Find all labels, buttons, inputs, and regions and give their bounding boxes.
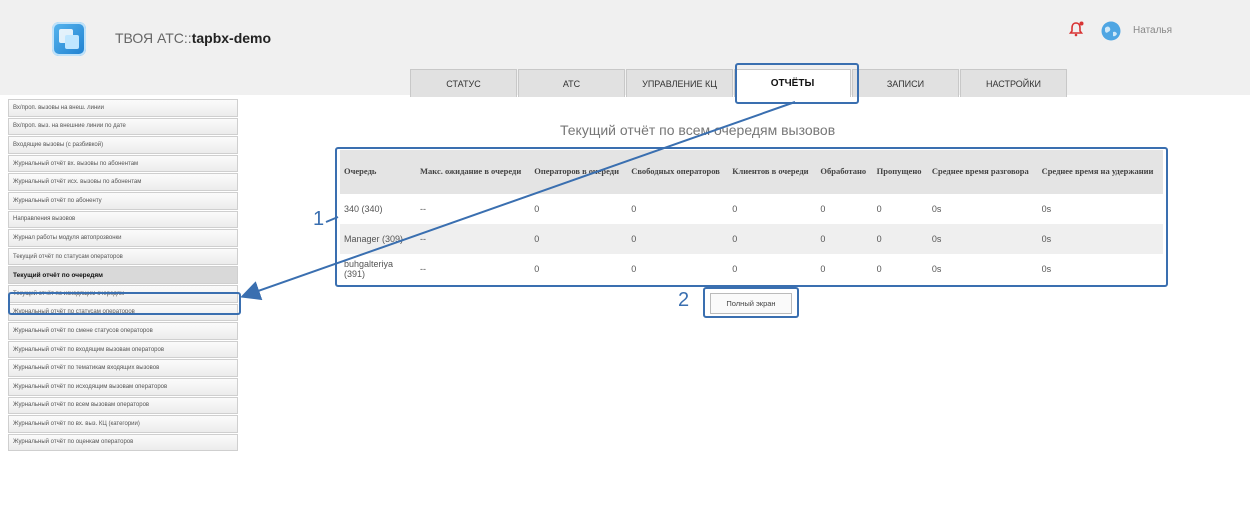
table-cell: 0s [1037, 194, 1163, 224]
sidebar-item-report[interactable]: Текущий отчёт по исходящим очередям [8, 284, 238, 303]
app-title-system: tapbx-demo [191, 30, 272, 46]
table-cell: -- [416, 224, 531, 254]
table-cell: 0 [816, 224, 873, 254]
table-row: 340 (340) -- 0 0 0 0 0 0s 0s [340, 194, 1163, 224]
queues-table-container: Очередь Макс. ожидание в очереди Операто… [340, 150, 1163, 284]
sidebar-item-report[interactable]: Журнальный отчёт по абоненту [8, 191, 238, 210]
sidebar-item-report[interactable]: Направления вызовов [8, 210, 238, 229]
report-title: Текущий отчёт по всем очередям вызовов [560, 122, 836, 138]
column-header[interactable]: Среднее время разговора [927, 150, 1038, 194]
app-logo-icon[interactable] [52, 22, 86, 56]
tab-contact-center[interactable]: УПРАВЛЕНИЕ КЦ [626, 69, 733, 97]
table-cell: 0 [627, 224, 729, 254]
app-title-prefix: ТВОЯ АТС:: [115, 30, 192, 46]
bell-alert-icon[interactable] [1068, 21, 1084, 37]
table-cell: 0 [627, 194, 729, 224]
sidebar-item-report[interactable]: Журнальный отчёт по смене статусов опера… [8, 322, 238, 340]
table-row: Manager (309) -- 0 0 0 0 0 0s 0s [340, 224, 1163, 254]
table-cell: Manager (309) [340, 224, 416, 254]
table-cell: 340 (340) [340, 194, 416, 224]
table-cell: -- [416, 254, 531, 284]
sidebar-item-report[interactable]: Текущий отчёт по статусам операторов [8, 247, 238, 266]
table-cell: 0 [530, 224, 628, 254]
column-header[interactable]: Очередь [340, 150, 416, 194]
sidebar-item-report[interactable]: Журнал работы модуля автопрозвонки [8, 229, 238, 247]
tab-recordings[interactable]: ЗАПИСИ [852, 69, 959, 97]
sidebar-item-report[interactable]: Вх/проп. вызовы на внеш. линии [8, 99, 238, 117]
user-name-link[interactable]: Наталья [1133, 25, 1172, 36]
sidebar-item-report[interactable]: Журнальный отчёт по входящим вызовам опе… [8, 340, 238, 359]
column-header[interactable]: Операторов в очереди [530, 150, 628, 194]
table-cell: 0 [530, 254, 628, 284]
table-cell: 0 [627, 254, 729, 284]
column-header[interactable]: Свободных операторов [627, 150, 729, 194]
sidebar-item-report[interactable]: Журнальный отчёт по вх. выз. КЦ (категор… [8, 415, 238, 433]
sidebar-item-report[interactable]: Журнальный отчёт по оценкам операторов [8, 433, 238, 452]
sidebar-item-report[interactable]: Журнальный отчёт по тематикам входящих в… [8, 359, 238, 377]
queues-table: Очередь Макс. ожидание в очереди Операто… [340, 150, 1163, 284]
table-cell: 0s [1037, 254, 1163, 284]
table-cell: 0 [816, 194, 873, 224]
table-header-row: Очередь Макс. ожидание в очереди Операто… [340, 150, 1163, 194]
table-cell: 0 [728, 194, 817, 224]
fullscreen-button[interactable]: Полный экран [710, 293, 792, 314]
app-window: ТВОЯ АТС::tapbx-demo Наталья СТАТУС АТС … [0, 0, 1250, 516]
tab-pbx[interactable]: АТС [518, 69, 625, 97]
column-header[interactable]: Среднее время на удержании [1037, 150, 1163, 194]
table-cell: 0s [1037, 224, 1163, 254]
callout-number-2: 2 [678, 289, 690, 311]
table-cell: 0s [927, 254, 1038, 284]
column-header[interactable]: Пропущено [872, 150, 928, 194]
column-header[interactable]: Обработано [816, 150, 873, 194]
table-cell: 0s [927, 194, 1038, 224]
table-cell: 0 [872, 224, 928, 254]
sidebar-item-report[interactable]: Журнальный отчёт по всем вызовам операто… [8, 396, 238, 415]
table-cell: 0 [872, 194, 928, 224]
table-cell: 0 [816, 254, 873, 284]
sidebar-item-report[interactable]: Журнальный отчёт вх. вызовы по абонентам [8, 154, 238, 173]
sidebar-item-report[interactable]: Входящие вызовы (с разбивкой) [8, 136, 238, 154]
table-row: buhgalteriya (391) -- 0 0 0 0 0 0s 0s [340, 254, 1163, 284]
tab-settings[interactable]: НАСТРОЙКИ [960, 69, 1067, 97]
main-tabs: СТАТУС АТС УПРАВЛЕНИЕ КЦ ОТЧЁТЫ ЗАПИСИ Н… [410, 69, 1067, 97]
sidebar-item-report[interactable]: Журнальный отчёт по исходящим вызовам оп… [8, 377, 238, 396]
sidebar-item-report[interactable]: Вх/проп. выз. на внешние линии по дате [8, 117, 238, 136]
tab-reports[interactable]: ОТЧЁТЫ [734, 69, 851, 97]
column-header[interactable]: Клиентов в очереди [728, 150, 817, 194]
app-title: ТВОЯ АТС::tapbx-demo [115, 30, 271, 46]
reports-sidebar: Вх/проп. вызовы на внеш. линии Вх/проп. … [8, 99, 238, 452]
column-header[interactable]: Макс. ожидание в очереди [416, 150, 531, 194]
globe-icon[interactable] [1100, 20, 1122, 42]
sidebar-item-queues-report[interactable]: Текущий отчёт по очередям [8, 266, 238, 284]
sidebar-item-report[interactable]: Журнальный отчёт исх. вызовы по абонента… [8, 173, 238, 191]
sidebar-item-report[interactable]: Журнальный отчёт по статусам операторов [8, 303, 238, 322]
table-cell: buhgalteriya (391) [340, 254, 416, 284]
table-cell: 0 [728, 224, 817, 254]
table-cell: -- [416, 194, 531, 224]
table-cell: 0 [728, 254, 817, 284]
table-cell: 0 [872, 254, 928, 284]
callout-number-1: 1 [313, 208, 325, 230]
table-cell: 0 [530, 194, 628, 224]
arrow-callout-to-table [325, 216, 339, 223]
table-cell: 0s [927, 224, 1038, 254]
tab-status[interactable]: СТАТУС [410, 69, 517, 97]
